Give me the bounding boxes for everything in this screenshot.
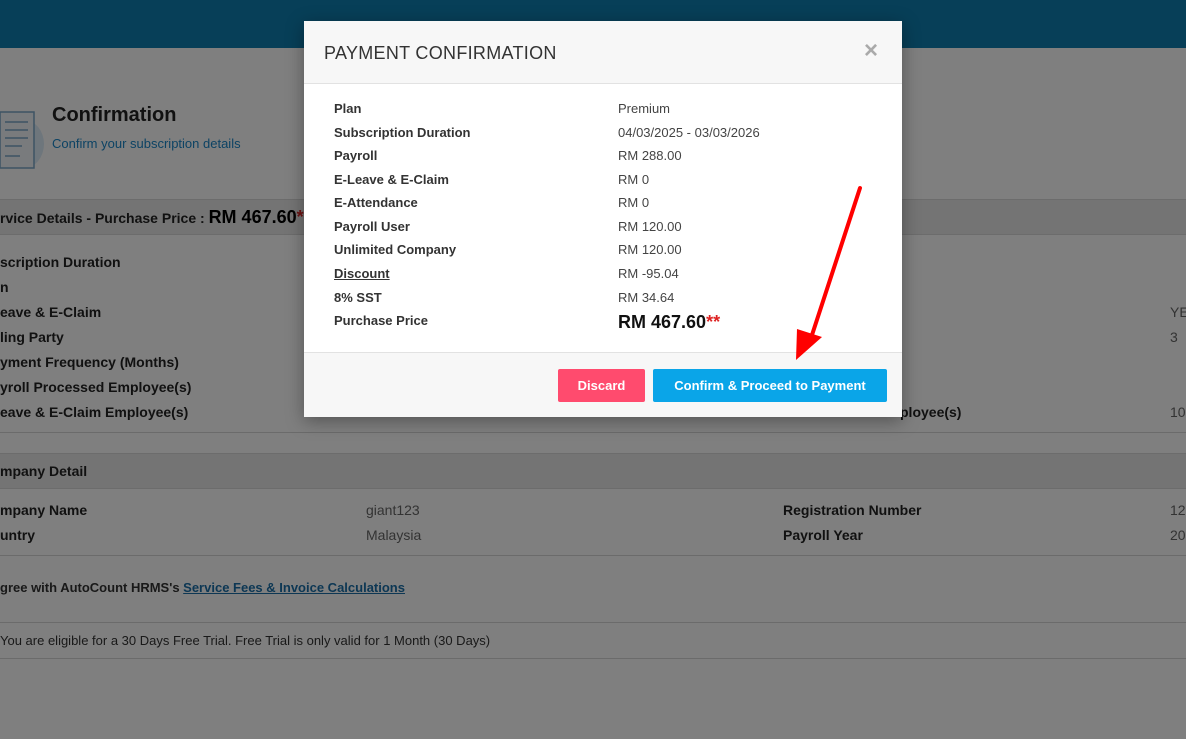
discount-link[interactable]: Discount bbox=[334, 266, 390, 281]
discount-value: RM -95.04 bbox=[618, 266, 679, 281]
purchase-price-label: Purchase Price bbox=[334, 313, 428, 328]
payroll-label: Payroll bbox=[334, 148, 378, 163]
purchase-price-amount: RM 467.60 bbox=[618, 312, 707, 332]
modal-footer: Discard Confirm & Proceed to Payment bbox=[304, 352, 902, 417]
unlimited-company-label: Unlimited Company bbox=[334, 242, 457, 257]
confirm-proceed-payment-button[interactable]: Confirm & Proceed to Payment bbox=[653, 369, 887, 402]
payment-confirmation-modal: PAYMENT CONFIRMATION × Plan Premium Subs… bbox=[304, 21, 902, 417]
modal-title: PAYMENT CONFIRMATION bbox=[324, 43, 557, 63]
payroll-value: RM 288.00 bbox=[618, 148, 682, 163]
plan-label: Plan bbox=[334, 101, 362, 116]
unlimited-company-value: RM 120.00 bbox=[618, 242, 682, 257]
e-leave-claim-label: E-Leave & E-Claim bbox=[334, 172, 449, 187]
e-attendance-label: E-Attendance bbox=[334, 195, 418, 210]
discard-button[interactable]: Discard bbox=[558, 369, 645, 402]
subscription-duration-label: Subscription Duration bbox=[334, 125, 471, 140]
purchase-price-value: RM 467.60** bbox=[618, 312, 720, 333]
sst-label: 8% SST bbox=[334, 290, 382, 305]
modal-header: PAYMENT CONFIRMATION × bbox=[304, 21, 902, 84]
e-leave-claim-value: RM 0 bbox=[618, 172, 650, 187]
payroll-user-value: RM 120.00 bbox=[618, 219, 682, 234]
plan-value: Premium bbox=[618, 101, 671, 116]
subscription-duration-value: 04/03/2025 - 03/03/2026 bbox=[618, 125, 760, 140]
sst-value: RM 34.64 bbox=[618, 290, 675, 305]
required-star: ** bbox=[706, 312, 721, 332]
payroll-user-label: Payroll User bbox=[334, 219, 410, 234]
e-attendance-value: RM 0 bbox=[618, 195, 650, 210]
close-icon[interactable]: × bbox=[864, 37, 878, 65]
